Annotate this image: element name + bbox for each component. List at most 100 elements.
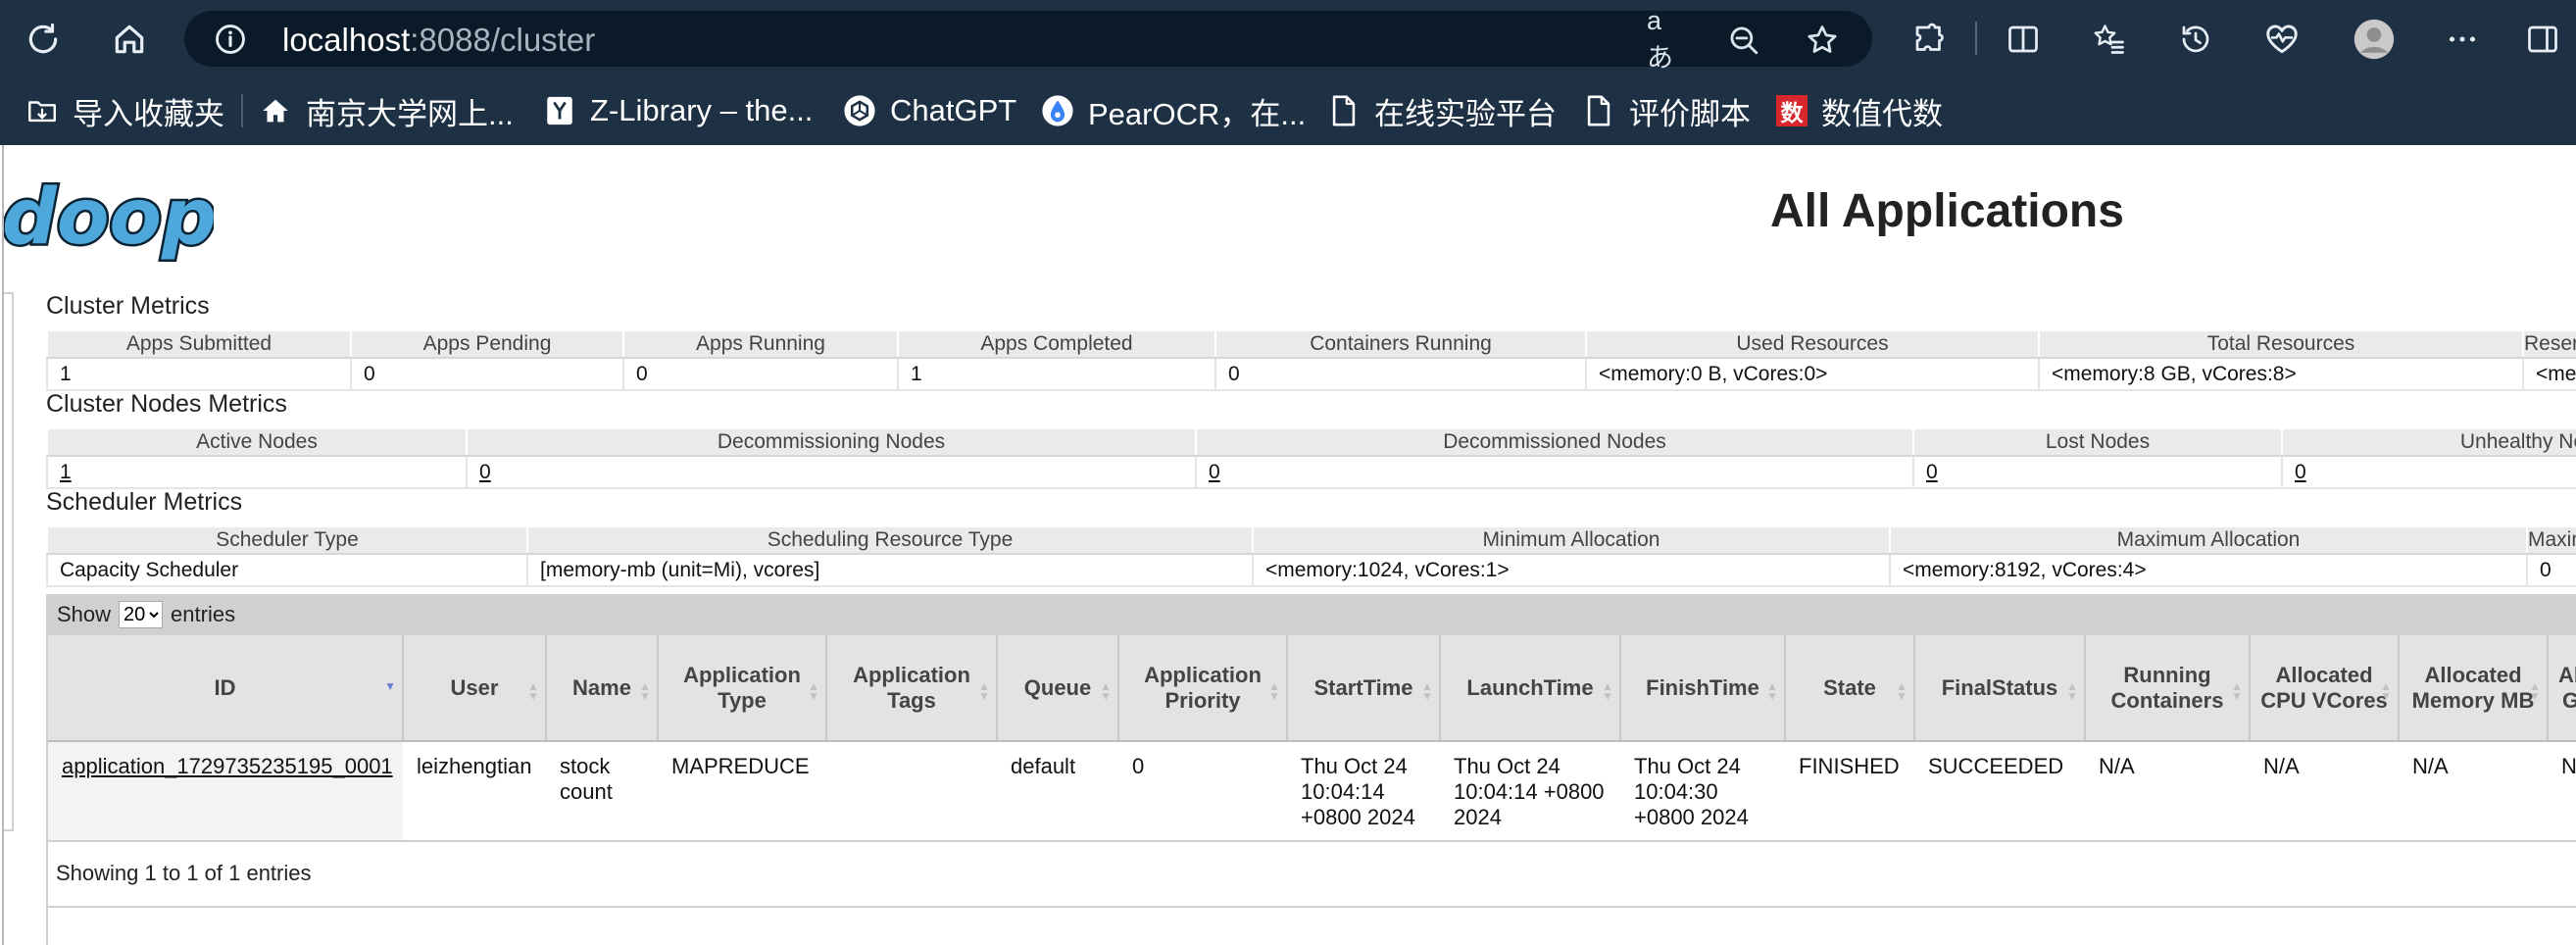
url-text[interactable]: localhost:8088/cluster: [282, 24, 595, 56]
address-bar[interactable]: localhost:8088/cluster aあ: [184, 6, 1872, 73]
split-screen-button[interactable]: [1998, 14, 2049, 65]
cell-user: leizhengtian: [403, 741, 546, 842]
header-lost-nodes: Lost Nodes: [1912, 427, 2283, 457]
scheduler-metrics-title: Scheduler Metrics: [46, 488, 243, 516]
bookmark-label: 评价脚本: [1629, 96, 1751, 131]
column-header-label: LaunchTime: [1466, 674, 1594, 700]
table-info: Showing 1 to 1 of 1 entries: [48, 841, 2576, 908]
column-header-allocated-gpus[interactable]: Allocated GPUs: [2548, 635, 2576, 742]
header-apps-completed: Apps Completed: [897, 329, 1216, 359]
value-apps-pending: 0: [350, 357, 624, 391]
cluster-metrics-title: Cluster Metrics: [46, 292, 210, 320]
decommissioned-nodes-link[interactable]: 0: [1209, 461, 1220, 483]
column-header-queue[interactable]: Queue ▲ ▼: [997, 635, 1119, 742]
active-nodes-link[interactable]: 1: [60, 461, 72, 483]
column-header-label: State: [1823, 674, 1876, 700]
cluster-nodes-metrics-title: Cluster Nodes Metrics: [46, 390, 287, 418]
home-button[interactable]: [104, 14, 155, 65]
bookmark-pearocr[interactable]: PearOCR，在...: [1041, 86, 1306, 135]
sort-icon: ▲ ▼: [1896, 679, 1907, 703]
column-header-application-type[interactable]: Application Type ▲ ▼: [658, 635, 827, 742]
column-header-user[interactable]: User ▲ ▼: [403, 635, 547, 742]
read-aloud-button[interactable]: aあ: [1647, 6, 1684, 73]
column-header-application-priority[interactable]: Application Priority ▲ ▼: [1118, 635, 1288, 742]
browser-essentials-button[interactable]: [2256, 14, 2307, 65]
cell-allocated-memory: N/A: [2399, 741, 2548, 842]
more-menu-button[interactable]: [2437, 14, 2488, 65]
column-header-label: Application Type: [683, 662, 801, 713]
scheduler-metrics-table: Scheduler Type Scheduling Resource Type …: [46, 525, 2576, 587]
favorite-button[interactable]: [1804, 22, 1841, 59]
bookmark-label: PearOCR，在...: [1088, 96, 1307, 131]
shu-icon: 数: [1776, 95, 1808, 126]
site-info-icon[interactable]: [214, 23, 247, 56]
extensions-button[interactable]: [1904, 14, 1955, 65]
favorites-button[interactable]: [2084, 14, 2135, 65]
sort-icon: ▲ ▼: [1766, 679, 1778, 703]
column-header-running-containers[interactable]: Running Containers ▲ ▼: [2085, 635, 2251, 742]
page-size-select[interactable]: 20: [119, 601, 164, 628]
lost-nodes-link[interactable]: 0: [1926, 461, 1938, 483]
bookmarks-bar: 导入收藏夹 南京大学网上... Z-Library – the... ChatG…: [0, 82, 2576, 137]
profile-button[interactable]: [2349, 14, 2400, 65]
column-header-allocated-memory[interactable]: Allocated Memory MB ▲ ▼: [2399, 635, 2549, 742]
bookmark-label: 在线实验平台: [1374, 96, 1557, 131]
column-header-application-tags[interactable]: Application Tags ▲ ▼: [826, 635, 998, 742]
value-max-cluster-app-priority: 0: [2526, 553, 2576, 587]
sort-desc-icon: ▼: [384, 679, 396, 693]
header-scheduler-type: Scheduler Type: [46, 525, 528, 555]
column-header-id[interactable]: ID ▼: [48, 635, 404, 742]
column-header-launch-time[interactable]: LaunchTime ▲ ▼: [1440, 635, 1621, 742]
bookmark-online-lab[interactable]: 在线实验平台: [1327, 86, 1557, 135]
table-row: 1 0 0 1 0 <memory:0 B, vCores:0> <memory…: [46, 357, 2576, 391]
bookmark-import-favorites[interactable]: 导入收藏夹: [25, 86, 224, 135]
page-title: All Applications: [1770, 185, 2124, 237]
sidebar-toggle-button[interactable]: [2517, 14, 2568, 65]
header-minimum-allocation: Minimum Allocation: [1252, 525, 1891, 555]
bookmark-label: ChatGPT: [890, 93, 1017, 127]
sort-icon: ▲ ▼: [1100, 679, 1112, 703]
bookmark-nju[interactable]: 南京大学网上...: [259, 86, 514, 135]
hadoop-logo: doop: [4, 174, 214, 263]
bookmark-chatgpt[interactable]: ChatGPT: [843, 86, 1016, 135]
column-header-final-status[interactable]: FinalStatus ▲ ▼: [1914, 635, 2086, 742]
table-header-row: Apps Submitted Apps Pending Apps Running…: [46, 329, 2576, 359]
header-apps-pending: Apps Pending: [350, 329, 624, 359]
bookmark-numerical-algebra[interactable]: 数 数值代数: [1776, 86, 1943, 135]
import-folder-icon: [25, 94, 59, 127]
decommissioning-nodes-link[interactable]: 0: [479, 461, 491, 483]
column-header-allocated-cpu[interactable]: Allocated CPU VCores ▲ ▼: [2250, 635, 2400, 742]
bookmark-label: 数值代数: [1821, 96, 1943, 131]
column-header-state[interactable]: State ▲ ▼: [1785, 635, 1915, 742]
cell-name: stock count: [546, 741, 658, 842]
header-reserved-resources: Reserved Resources: [2522, 329, 2576, 359]
bookmark-label: 导入收藏夹: [73, 96, 224, 131]
header-active-nodes: Active Nodes: [46, 427, 468, 457]
value-used-resources: <memory:0 B, vCores:0>: [1585, 357, 2040, 391]
bookmark-zlibrary[interactable]: Z-Library – the...: [543, 86, 813, 135]
header-maximum-allocation: Maximum Allocation: [1889, 525, 2528, 555]
split-screen-icon: [2008, 25, 2038, 53]
zoom-out-button[interactable]: [1725, 22, 1762, 59]
sort-icon: ▲ ▼: [808, 679, 819, 703]
cell-launch-time: Thu Oct 24 10:04:14 +0800 2024: [1440, 741, 1620, 842]
column-header-label: Name: [572, 674, 631, 700]
application-id-link[interactable]: application_1729735235195_0001: [62, 754, 393, 778]
column-header-finish-time[interactable]: FinishTime ▲ ▼: [1620, 635, 1786, 742]
column-header-label: Allocated Memory MB: [2411, 662, 2535, 713]
unhealthy-nodes-link[interactable]: 0: [2295, 461, 2306, 483]
sort-icon: ▲ ▼: [1602, 679, 1613, 703]
column-header-start-time[interactable]: StartTime ▲ ▼: [1287, 635, 1441, 742]
hadoop-cluster-page: doop All Applications Cluster Metrics Ap…: [2, 145, 2576, 945]
cell-application-tags: [826, 741, 997, 842]
bookmark-eval-script[interactable]: 评价脚本: [1582, 86, 1751, 135]
column-header-label: FinalStatus: [1941, 674, 2058, 700]
column-header-name[interactable]: Name ▲ ▼: [546, 635, 659, 742]
entries-label: entries: [171, 602, 236, 626]
sort-icon: ▲ ▼: [2231, 679, 2243, 703]
header-decommissioned-nodes: Decommissioned Nodes: [1195, 427, 1914, 457]
refresh-button[interactable]: [18, 14, 69, 65]
sort-icon: ▲ ▼: [1421, 679, 1433, 703]
history-icon: [2182, 25, 2209, 53]
history-button[interactable]: [2170, 14, 2221, 65]
